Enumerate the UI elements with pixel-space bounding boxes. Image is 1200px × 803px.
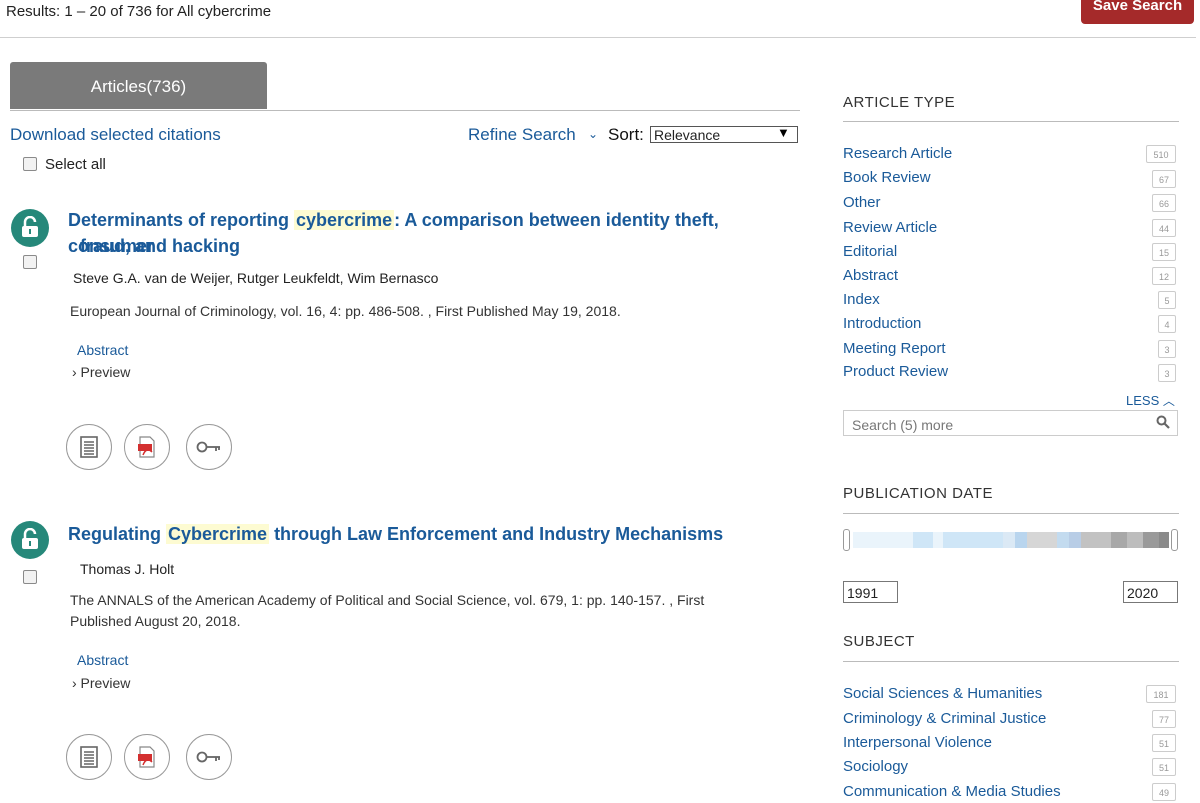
- date-to-input[interactable]: 2020: [1123, 581, 1178, 603]
- save-search-button[interactable]: Save Search: [1081, 0, 1194, 24]
- less-link[interactable]: LESS ︿: [1126, 392, 1175, 409]
- facet-count: 67: [1152, 170, 1176, 188]
- search-icon[interactable]: [1156, 415, 1170, 434]
- facet-product-review[interactable]: Product Review: [843, 363, 948, 380]
- result-journal-line2: Published August 20, 2018.: [70, 613, 241, 629]
- facet-count: 510: [1146, 145, 1176, 163]
- facet-search-input[interactable]: Search (5) more: [843, 410, 1178, 436]
- divider: [843, 513, 1179, 514]
- preview-toggle[interactable]: › Preview: [72, 364, 130, 380]
- dropdown-arrow-icon[interactable]: ▼: [777, 125, 790, 140]
- result-authors: Steve G.A. van de Weijer, Rutger Leukfel…: [73, 270, 439, 286]
- search-highlight: cybercrime: [294, 210, 395, 230]
- lock-open-icon: [11, 521, 49, 559]
- facet-count: 5: [1158, 291, 1176, 309]
- sort-label: Sort:: [608, 125, 644, 144]
- key-icon: [196, 751, 220, 763]
- abstract-link[interactable]: Abstract: [77, 342, 128, 358]
- facet-meeting-report[interactable]: Meeting Report: [843, 340, 946, 357]
- key-icon: [196, 441, 220, 453]
- date-slider-handle-start[interactable]: [843, 529, 850, 551]
- date-histogram[interactable]: [845, 530, 1175, 550]
- subject-heading: SUBJECT: [843, 633, 915, 650]
- pdf-icon: [138, 436, 155, 458]
- facet-count: 51: [1152, 734, 1176, 752]
- pdf-icon: [138, 746, 155, 768]
- result-authors: Thomas J. Holt: [80, 561, 175, 577]
- result-journal: European Journal of Criminology, vol. 16…: [70, 303, 621, 319]
- facet-book-review[interactable]: Book Review: [843, 169, 931, 186]
- full-text-button[interactable]: [66, 424, 112, 470]
- facet-count: 49: [1152, 783, 1176, 801]
- access-key-button[interactable]: [186, 734, 232, 780]
- result-checkbox[interactable]: [23, 255, 37, 269]
- chevron-down-icon[interactable]: ⌄: [588, 127, 598, 141]
- divider: [843, 121, 1179, 122]
- facet-count: 3: [1158, 340, 1176, 358]
- date-from-input[interactable]: 1991: [843, 581, 898, 603]
- facet-other[interactable]: Other: [843, 194, 881, 211]
- divider: [843, 661, 1179, 662]
- result-title-link[interactable]: Regulating Cybercrime through Law Enforc…: [68, 521, 808, 547]
- facet-editorial[interactable]: Editorial: [843, 243, 897, 260]
- date-slider-handle-end[interactable]: [1171, 529, 1178, 551]
- refine-search-link[interactable]: Refine Search: [468, 125, 576, 145]
- pdf-button[interactable]: [124, 424, 170, 470]
- facet-criminology[interactable]: Criminology & Criminal Justice: [843, 710, 1046, 727]
- divider: [10, 110, 800, 111]
- publication-date-heading: PUBLICATION DATE: [843, 485, 993, 502]
- tab-articles[interactable]: Articles(736): [10, 62, 267, 109]
- facet-count: 12: [1152, 267, 1176, 285]
- sort-select[interactable]: Relevance: [650, 126, 798, 143]
- pdf-button[interactable]: [124, 734, 170, 780]
- facet-count: 15: [1152, 243, 1176, 261]
- facet-interpersonal-violence[interactable]: Interpersonal Violence: [843, 734, 992, 751]
- preview-toggle[interactable]: › Preview: [72, 675, 130, 691]
- download-citations-link[interactable]: Download selected citations: [10, 125, 221, 145]
- select-all-checkbox[interactable]: [23, 157, 37, 171]
- facet-count: 66: [1152, 194, 1176, 212]
- chevron-up-icon: ︿: [1162, 394, 1175, 408]
- facet-count: 181: [1146, 685, 1176, 703]
- result-title-line2[interactable]: fraud, and hacking: [80, 233, 240, 259]
- facet-introduction[interactable]: Introduction: [843, 315, 921, 332]
- access-key-button[interactable]: [186, 424, 232, 470]
- facet-research-article[interactable]: Research Article: [843, 145, 952, 162]
- result-journal: The ANNALS of the American Academy of Po…: [70, 592, 705, 608]
- divider: [0, 37, 1196, 38]
- facet-count: 77: [1152, 710, 1176, 728]
- abstract-link[interactable]: Abstract: [77, 652, 128, 668]
- facet-abstract[interactable]: Abstract: [843, 267, 898, 284]
- document-icon: [80, 436, 98, 458]
- result-checkbox[interactable]: [23, 570, 37, 584]
- select-all-label: Select all: [45, 156, 106, 173]
- facet-communication-media[interactable]: Communication & Media Studies: [843, 783, 1061, 800]
- article-type-heading: ARTICLE TYPE: [843, 94, 956, 111]
- facet-sociology[interactable]: Sociology: [843, 758, 908, 775]
- facet-count: 51: [1152, 758, 1176, 776]
- facet-review-article[interactable]: Review Article: [843, 219, 937, 236]
- document-icon: [80, 746, 98, 768]
- facet-count: 44: [1152, 219, 1176, 237]
- facet-social-sciences[interactable]: Social Sciences & Humanities: [843, 685, 1042, 702]
- results-count: Results: 1 – 20 of 736 for All cybercrim…: [6, 3, 272, 20]
- facet-index[interactable]: Index: [843, 291, 880, 308]
- full-text-button[interactable]: [66, 734, 112, 780]
- lock-open-icon: [11, 209, 49, 247]
- search-highlight: Cybercrime: [166, 524, 270, 544]
- facet-count: 4: [1158, 315, 1176, 333]
- facet-count: 3: [1158, 364, 1176, 382]
